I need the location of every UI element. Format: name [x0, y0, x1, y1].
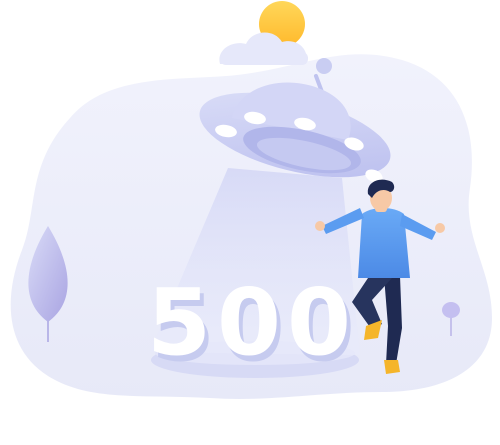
illustration-canvas: 500 500	[10, 1, 493, 399]
error-code-text: 500	[147, 269, 357, 376]
error-illustration: 500 500	[0, 0, 500, 445]
